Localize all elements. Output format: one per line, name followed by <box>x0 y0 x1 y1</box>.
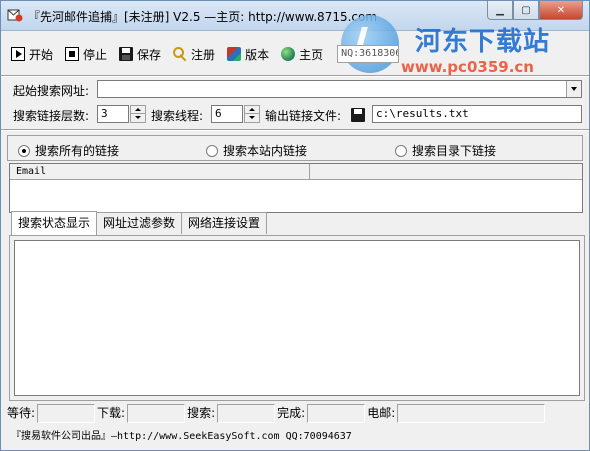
start-button[interactable]: 开始 <box>11 46 53 63</box>
threads-input[interactable]: 6 <box>211 105 243 123</box>
start-url-label: 起始搜索网址: <box>13 84 90 98</box>
minimize-button[interactable]: ▁ <box>487 1 513 20</box>
depth-label: 搜索链接层数: <box>13 109 90 123</box>
column-header-extra[interactable] <box>310 164 582 179</box>
spin-down-icon[interactable] <box>131 114 145 122</box>
maximize-button[interactable]: ▢ <box>513 1 539 20</box>
status-search-label: 搜索: <box>187 406 216 420</box>
search-scope-group: 搜索所有的链接 搜索本站内链接 搜索目录下链接 <box>7 135 583 161</box>
radio-dir-links-label: 搜索目录下链接 <box>412 144 497 158</box>
app-window: 『先河邮件追捕』[未注册] V2.5 —主页: http://www.8715.… <box>0 0 590 451</box>
threads-stepper[interactable] <box>244 105 260 123</box>
email-list-header: Email <box>10 164 582 180</box>
radio-selected-icon <box>18 144 30 157</box>
radio-icon <box>206 144 218 157</box>
floppy-icon[interactable] <box>351 108 365 122</box>
home-button[interactable]: 主页 <box>281 46 323 63</box>
status-search-value <box>217 404 276 423</box>
window-controls: ▁ ▢ ✕ <box>487 1 583 20</box>
title-bar[interactable]: 『先河邮件追捕』[未注册] V2.5 —主页: http://www.8715.… <box>1 1 589 31</box>
status-done-label: 完成: <box>277 406 306 420</box>
output-file-label: 输出链接文件: <box>265 109 342 123</box>
email-list[interactable]: Email <box>9 163 583 213</box>
stop-label: 停止 <box>83 47 108 62</box>
spin-down-icon[interactable] <box>245 114 259 122</box>
threads-label: 搜索线程: <box>151 109 204 123</box>
tab-bar: 搜索状态显示 网址过滤参数 网络连接设置 <box>11 211 268 235</box>
output-file-input[interactable]: c:\results.txt <box>372 105 582 123</box>
toolbar-divider <box>1 75 589 77</box>
save-label: 保存 <box>137 47 162 62</box>
chevron-down-icon[interactable] <box>566 81 581 97</box>
radio-icon <box>395 144 407 157</box>
tab-url-filter[interactable]: 网址过滤参数 <box>96 212 183 234</box>
status-download-label: 下载: <box>97 406 126 420</box>
stop-icon <box>65 47 80 61</box>
close-button[interactable]: ✕ <box>539 1 583 20</box>
status-email-label: 电邮: <box>367 406 396 420</box>
spin-up-icon[interactable] <box>245 106 259 114</box>
footer-credits: 『搜易软件公司出品』—http://www.SeekEasySoft.com Q… <box>11 431 352 442</box>
register-button[interactable]: 注册 <box>173 46 215 63</box>
status-waiting-label: 等待: <box>7 406 36 420</box>
depth-input[interactable]: 3 <box>97 105 129 123</box>
status-waiting-value <box>37 404 96 423</box>
radio-site-links[interactable]: 搜索本站内链接 <box>206 142 307 159</box>
home-label: 主页 <box>299 47 324 62</box>
version-icon <box>227 47 242 61</box>
spin-up-icon[interactable] <box>131 106 145 114</box>
key-icon <box>173 47 187 61</box>
tab-panel <box>9 235 585 401</box>
tab-search-status[interactable]: 搜索状态显示 <box>11 211 98 235</box>
globe-icon <box>281 47 296 61</box>
radio-dir-links[interactable]: 搜索目录下链接 <box>395 142 496 159</box>
play-icon <box>11 47 25 61</box>
floppy-icon <box>119 47 134 61</box>
maximize-icon: ▢ <box>521 4 531 16</box>
radio-all-links-label: 搜索所有的链接 <box>35 144 120 158</box>
status-done-value <box>307 404 366 423</box>
tab-network-settings[interactable]: 网络连接设置 <box>181 212 268 234</box>
save-button[interactable]: 保存 <box>119 46 161 63</box>
window-title: 『先河邮件追捕』[未注册] V2.5 —主页: http://www.8715.… <box>28 10 378 24</box>
version-button[interactable]: 版本 <box>227 46 269 63</box>
toolbar: 开始 停止 保存 注册 版本 主页 NQ:3618306657 <box>11 42 400 66</box>
column-header-email[interactable]: Email <box>10 164 310 179</box>
register-label: 注册 <box>191 47 216 62</box>
app-icon <box>7 9 23 22</box>
close-icon: ✕ <box>556 4 566 16</box>
watermark-url: www.pc0359.cn <box>401 58 534 76</box>
qq-field: NQ:3618306657 <box>337 45 400 63</box>
start-label: 开始 <box>29 47 54 62</box>
stop-button[interactable]: 停止 <box>65 46 107 63</box>
status-log-area[interactable] <box>14 240 580 396</box>
radio-all-links[interactable]: 搜索所有的链接 <box>18 142 119 159</box>
status-download-value <box>127 404 186 423</box>
status-email-value <box>397 404 546 423</box>
form-divider <box>1 129 589 131</box>
minimize-icon: ▁ <box>496 4 504 16</box>
version-label: 版本 <box>245 47 270 62</box>
start-url-combo[interactable] <box>97 80 582 98</box>
status-bar: 等待: 下载: 搜索: 完成: 电邮: <box>7 404 585 424</box>
depth-stepper[interactable] <box>130 105 146 123</box>
radio-site-links-label: 搜索本站内链接 <box>223 144 308 158</box>
